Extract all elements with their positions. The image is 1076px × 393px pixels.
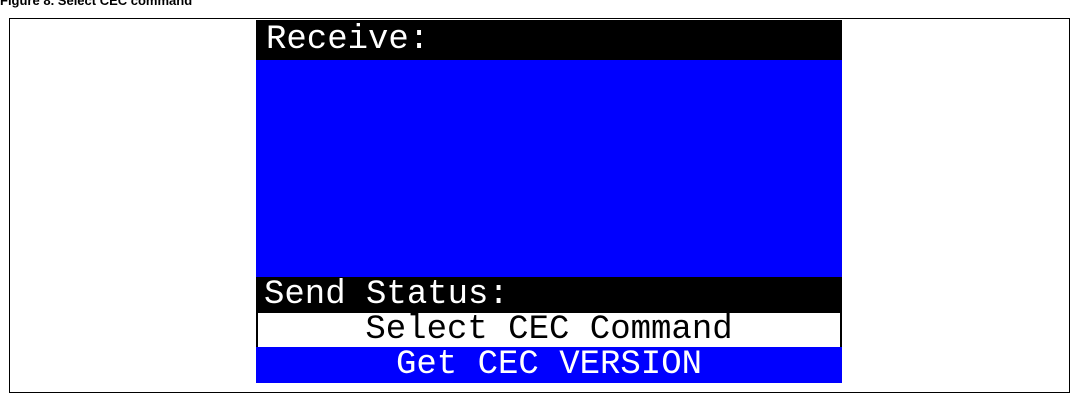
figure-caption: Figure 8. Select CEC command xyxy=(0,0,193,8)
lcd-screen: Receive: Send Status: Select CEC Command… xyxy=(256,20,842,383)
receive-area xyxy=(256,60,842,277)
selected-command-item[interactable]: Get CEC VERSION xyxy=(256,347,842,383)
menu-title: Select CEC Command xyxy=(256,313,842,347)
receive-header: Receive: xyxy=(256,20,842,60)
send-status-header: Send Status: xyxy=(256,277,842,313)
